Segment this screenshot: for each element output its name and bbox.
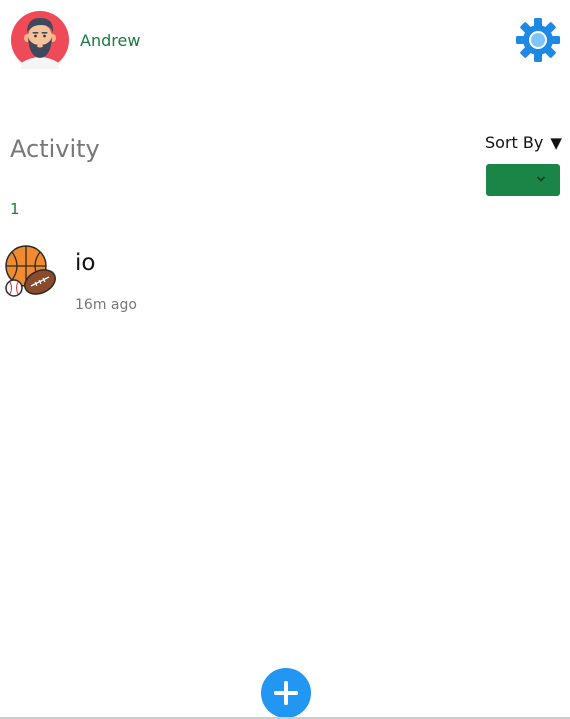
triangle-down-icon: ▼ [550, 134, 562, 152]
list-item-title: io [75, 250, 96, 276]
activity-count: 1 [10, 200, 20, 218]
list-item-timestamp: 16m ago [75, 297, 137, 313]
sports-balls-icon [5, 245, 56, 297]
avatar[interactable] [11, 11, 69, 69]
user-name[interactable]: Andrew [80, 31, 140, 50]
sort-by-label: Sort By [485, 133, 544, 152]
activity-heading: Activity [10, 135, 100, 163]
chevron-down-icon [536, 176, 546, 182]
plus-icon [274, 681, 298, 705]
add-button[interactable] [261, 668, 311, 718]
sort-select[interactable] [486, 164, 560, 196]
list-item[interactable]: io 16m ago [0, 240, 570, 330]
sort-by-toggle[interactable]: Sort By ▼ [485, 133, 562, 152]
settings-button[interactable] [514, 16, 562, 64]
gear-icon [516, 18, 560, 62]
bearded-man-avatar-icon [11, 11, 69, 69]
